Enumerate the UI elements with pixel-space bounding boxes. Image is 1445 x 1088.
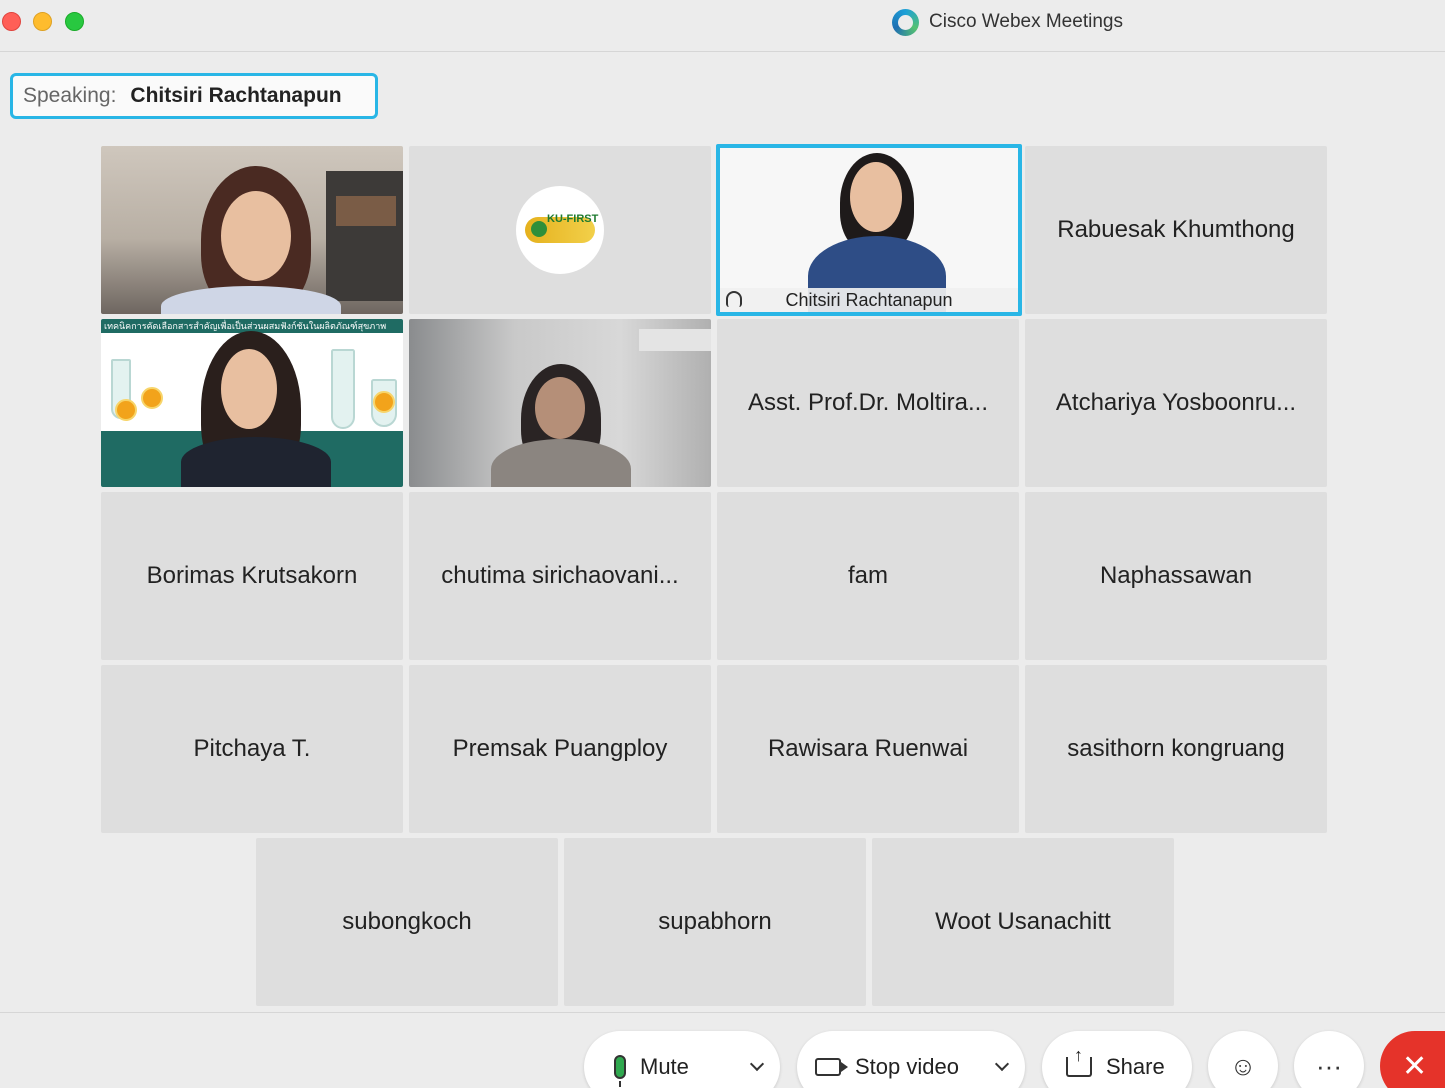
participant-tile[interactable]: Woot Usanachitt xyxy=(872,838,1174,1006)
chevron-down-icon[interactable] xyxy=(749,1056,765,1072)
chevron-down-icon[interactable] xyxy=(994,1056,1010,1072)
stop-video-button[interactable]: Stop video xyxy=(797,1031,1025,1088)
participant-avatar-logo: KU-FIRST xyxy=(516,186,604,274)
participant-tile-video-1[interactable] xyxy=(101,146,403,314)
participant-name: Asst. Prof.Dr. Moltira... xyxy=(747,389,989,416)
title-bar: Cisco Webex Meetings xyxy=(0,0,1445,52)
participant-tile[interactable]: supabhorn xyxy=(564,838,866,1006)
share-label: Share xyxy=(1106,1054,1165,1079)
participant-name: Atchariya Yosboonru... xyxy=(1055,389,1297,416)
video-camera-icon xyxy=(815,1058,848,1076)
participant-name-bar: Chitsiri Rachtanapun xyxy=(720,288,1018,312)
participant-name: Naphassawan xyxy=(1099,562,1253,589)
participant-tile[interactable]: Borimas Krutsakorn xyxy=(101,492,403,660)
participant-tile[interactable]: Pitchaya T. xyxy=(101,665,403,833)
share-button[interactable]: Share xyxy=(1042,1031,1192,1088)
close-icon: ✕ xyxy=(1402,1049,1428,1083)
participant-tile[interactable]: subongkoch xyxy=(256,838,558,1006)
participant-tile-video-2[interactable]: เทคนิคการคัดเลือกสารสำคัญเพื่อเป็นส่วนผส… xyxy=(101,319,403,487)
speaking-label: Speaking: xyxy=(23,84,117,107)
app-title-text: Cisco Webex Meetings xyxy=(929,11,1123,32)
participant-tile[interactable]: Naphassawan xyxy=(1025,492,1327,660)
microphone-icon xyxy=(614,1055,626,1087)
participant-tile[interactable]: Rabuesak Khumthong xyxy=(1025,146,1327,314)
participant-video-feed xyxy=(101,319,403,487)
participant-tile[interactable]: Rawisara Ruenwai xyxy=(717,665,1019,833)
share-icon xyxy=(1066,1045,1092,1077)
headset-icon xyxy=(726,291,742,307)
end-meeting-button[interactable]: ✕ xyxy=(1380,1031,1445,1088)
stop-video-label: Stop video xyxy=(855,1054,959,1079)
meeting-controls-toolbar: Mute Stop video Share ☺ ··· ✕ xyxy=(0,1012,1445,1088)
mute-button[interactable]: Mute xyxy=(584,1031,780,1088)
participant-video-feed xyxy=(101,146,403,314)
participant-name: Chitsiri Rachtanapun xyxy=(785,289,953,310)
more-icon: ··· xyxy=(1316,1050,1342,1081)
participant-name: chutima sirichaovani... xyxy=(441,562,679,589)
participant-tile[interactable]: chutima sirichaovani... xyxy=(409,492,711,660)
window-close-button[interactable] xyxy=(2,12,21,31)
webex-logo-icon xyxy=(892,8,919,36)
speaking-name: Chitsiri Rachtanapun xyxy=(130,84,342,107)
participant-name: Woot Usanachitt xyxy=(935,908,1111,935)
mute-label: Mute xyxy=(640,1054,689,1079)
smiley-icon: ☺ xyxy=(1229,1050,1257,1081)
participant-name: Rawisara Ruenwai xyxy=(767,735,969,762)
participant-tile-video-3[interactable] xyxy=(409,319,711,487)
logo-text: KU-FIRST xyxy=(547,213,599,225)
participant-name: Rabuesak Khumthong xyxy=(1057,216,1295,243)
participant-tile[interactable]: Atchariya Yosboonru... xyxy=(1025,319,1327,487)
participant-name: supabhorn xyxy=(658,908,772,935)
participant-tile[interactable]: fam xyxy=(717,492,1019,660)
app-title: Cisco Webex Meetings xyxy=(892,8,1123,36)
participant-tile-active-speaker[interactable]: Chitsiri Rachtanapun xyxy=(716,144,1022,316)
participant-tile[interactable]: Premsak Puangploy xyxy=(409,665,711,833)
window-maximize-button[interactable] xyxy=(65,12,84,31)
participant-name: fam xyxy=(847,562,888,589)
participant-name: sasithorn kongruang xyxy=(1067,735,1285,762)
window-minimize-button[interactable] xyxy=(33,12,52,31)
participant-tile-logo[interactable]: KU-FIRST xyxy=(409,146,711,314)
reactions-button[interactable]: ☺ xyxy=(1208,1031,1278,1088)
participant-tile[interactable]: Asst. Prof.Dr. Moltira... xyxy=(717,319,1019,487)
participant-name: Borimas Krutsakorn xyxy=(146,562,358,589)
speaking-indicator: Speaking: Chitsiri Rachtanapun xyxy=(10,73,378,119)
participant-video-feed xyxy=(409,319,711,487)
participant-name: Premsak Puangploy xyxy=(452,735,668,762)
participant-tile[interactable]: sasithorn kongruang xyxy=(1025,665,1327,833)
participant-name: Pitchaya T. xyxy=(193,735,311,762)
participant-name: subongkoch xyxy=(342,908,472,935)
more-options-button[interactable]: ··· xyxy=(1294,1031,1364,1088)
